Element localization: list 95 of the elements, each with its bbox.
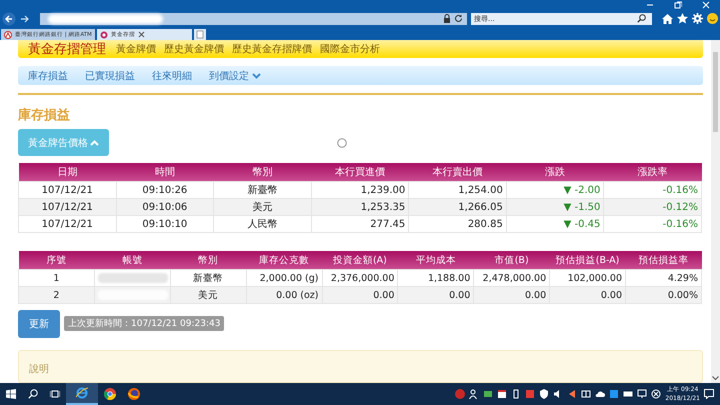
star-icon[interactable]	[677, 13, 688, 24]
square-app-icon[interactable]	[609, 389, 620, 399]
table-cell: 0.00	[398, 286, 474, 304]
home-icon[interactable]	[662, 14, 673, 24]
nav-link[interactable]: 庫存損益	[28, 68, 68, 83]
table-cell: 0.00	[474, 286, 550, 304]
table-cell: 277.45	[311, 216, 409, 232]
table-cell: 1	[18, 270, 94, 286]
table-cell: 人民幣	[214, 216, 312, 232]
refresh-icon[interactable]	[454, 14, 463, 23]
column-header: 投資金額(A)	[322, 251, 398, 270]
chevron-up-icon	[90, 140, 99, 146]
table-cell: 美元	[170, 286, 246, 304]
cloud-icon[interactable]	[595, 389, 606, 399]
table-cell: 美元	[214, 198, 312, 216]
table-cell: 09:10:10	[116, 216, 214, 232]
smiley-icon[interactable]	[707, 13, 718, 24]
column-header: 時間	[116, 163, 214, 182]
app-tile-icon[interactable]	[525, 389, 536, 399]
table-cell: 09:10:26	[116, 182, 214, 198]
column-header: 漲跌	[506, 163, 604, 182]
table-cell: 107/12/21	[18, 182, 116, 198]
table-cell: 1,266.05	[408, 198, 506, 216]
table-cell: 107/12/21	[18, 198, 116, 216]
close-icon[interactable]	[138, 31, 145, 38]
monitor-icon[interactable]	[637, 389, 648, 399]
nav-link[interactable]: 到價設定	[209, 68, 261, 83]
table-cell: 新臺幣	[214, 182, 312, 198]
table-cell: 2	[18, 286, 94, 304]
search-icon[interactable]	[637, 14, 646, 23]
table-cell: 2,000.00 (g)	[246, 270, 322, 286]
notification-icon[interactable]	[704, 389, 714, 399]
table-cell: 0.00 (oz)	[246, 286, 322, 304]
column-header: 預估損益(B-A)	[550, 251, 626, 270]
restore-icon[interactable]	[674, 1, 682, 9]
table-cell: -0.12%	[604, 198, 702, 216]
refresh-button[interactable]: 更新	[18, 310, 60, 338]
nav-link[interactable]: 黃金牌價	[116, 42, 156, 56]
table-cell: -0.16%	[604, 216, 702, 232]
table-cell: 107/12/21	[18, 216, 116, 232]
settings-icon[interactable]	[692, 13, 703, 24]
table-cell: 102,000.00	[550, 270, 626, 286]
lock-icon	[443, 14, 451, 23]
scroll-down-icon	[712, 376, 719, 381]
table-cell: 2,478,000.00	[474, 270, 550, 286]
table-cell: 280.85	[408, 216, 506, 232]
loading-circle-icon	[337, 138, 347, 148]
chevron-down-icon	[252, 72, 261, 79]
table-cell: 0.00%	[626, 286, 702, 304]
table-cell: ▼ -2.00	[506, 182, 604, 198]
column-header: 帳號	[94, 251, 170, 270]
shield-icon[interactable]	[539, 389, 550, 399]
nav-link[interactable]: 已實現損益	[85, 68, 135, 83]
table-cell: 4.29%	[626, 270, 702, 286]
column-header: 市值(B)	[474, 251, 550, 270]
column-header: 本行賣出價	[408, 163, 506, 182]
left-arrow-icon[interactable]	[567, 389, 578, 399]
circle-icon[interactable]	[455, 389, 466, 399]
column-header: 預估損益率	[626, 251, 702, 270]
column-header: 幣別	[170, 251, 246, 270]
table-cell: -0.16%	[604, 182, 702, 198]
scrollbar[interactable]	[711, 40, 720, 383]
column-header: 幣別	[214, 163, 312, 182]
column-header: 本行買進價	[311, 163, 409, 182]
section-title: 庫存損益	[18, 106, 71, 124]
forward-icon[interactable]	[20, 14, 30, 24]
nav-link[interactable]: 往來明細	[152, 68, 192, 83]
table-cell: ▼ -1.50	[506, 198, 604, 216]
nav-link[interactable]: 國際金市分析	[320, 42, 380, 56]
ie-browser-icon[interactable]	[66, 383, 98, 405]
table-cell: 09:10:06	[116, 198, 214, 216]
back-icon[interactable]	[2, 12, 16, 26]
table-cell: 1,254.00	[408, 182, 506, 198]
table-cell: 0.00	[550, 286, 626, 304]
calendar-icon[interactable]	[497, 389, 508, 399]
column-header: 漲跌率	[604, 163, 702, 182]
close-circle-icon[interactable]	[651, 389, 662, 399]
window-icon[interactable]	[581, 389, 592, 399]
site-title[interactable]: 黃金存摺管理	[28, 40, 106, 58]
notes-title: 說明	[29, 364, 49, 375]
table-cell: ▼ -0.45	[506, 216, 604, 232]
table-cell: 新臺幣	[170, 270, 246, 286]
nav-link[interactable]: 歷史黃金牌價	[164, 42, 224, 56]
column-header: 平均成本	[398, 251, 474, 270]
column-header: 日期	[18, 163, 116, 182]
nav-link[interactable]: 歷史黃金存摺牌價	[232, 42, 312, 56]
table-cell: 1,253.35	[311, 198, 409, 216]
redaction-blur	[98, 273, 168, 283]
column-header: 庫存公克數	[246, 251, 322, 270]
table-cell: 1,188.00	[398, 270, 474, 286]
table-cell: 1,239.00	[311, 182, 409, 198]
table-cell: 0.00	[322, 286, 398, 304]
column-header: 序號	[18, 251, 94, 270]
last-update-label: 上次更新時間：107/12/21 09:23:43	[64, 316, 224, 331]
address-bar[interactable]	[40, 12, 467, 24]
